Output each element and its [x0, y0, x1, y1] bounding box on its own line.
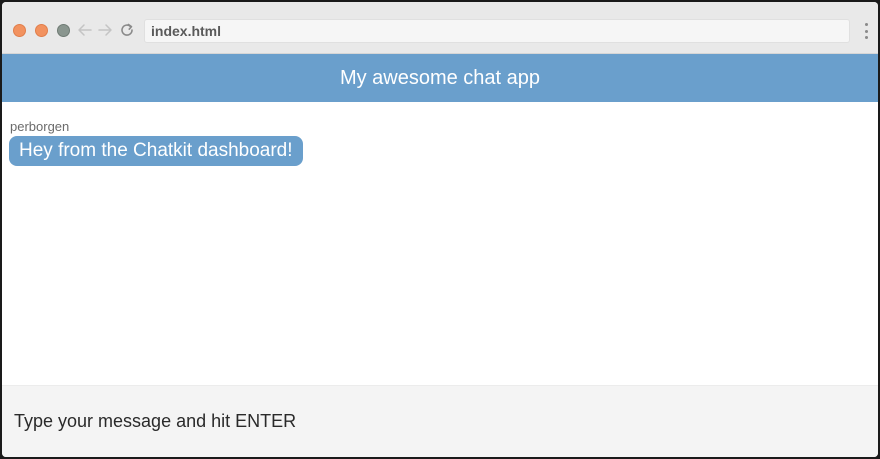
reload-icon[interactable]	[118, 20, 136, 40]
forward-arrow-icon[interactable]	[96, 20, 114, 40]
browser-menu-icon[interactable]	[864, 23, 868, 39]
address-bar[interactable]: index.html	[144, 19, 850, 43]
back-arrow-icon[interactable]	[76, 20, 94, 40]
page-title: My awesome chat app	[2, 54, 878, 102]
send-message-form	[2, 385, 878, 457]
message-bubble: Hey from the Chatkit dashboard!	[9, 136, 303, 166]
close-window-button[interactable]	[13, 24, 26, 37]
minimize-window-button[interactable]	[35, 24, 48, 37]
browser-toolbar: index.html	[2, 2, 878, 54]
maximize-window-button[interactable]	[57, 24, 70, 37]
list-item: perborgen Hey from the Chatkit dashboard…	[9, 119, 303, 166]
message-username: perborgen	[10, 119, 70, 134]
message-input[interactable]	[2, 386, 878, 457]
message-list: perborgen Hey from the Chatkit dashboard…	[2, 102, 878, 385]
browser-window: index.html My awesome chat app perborgen…	[2, 2, 878, 457]
